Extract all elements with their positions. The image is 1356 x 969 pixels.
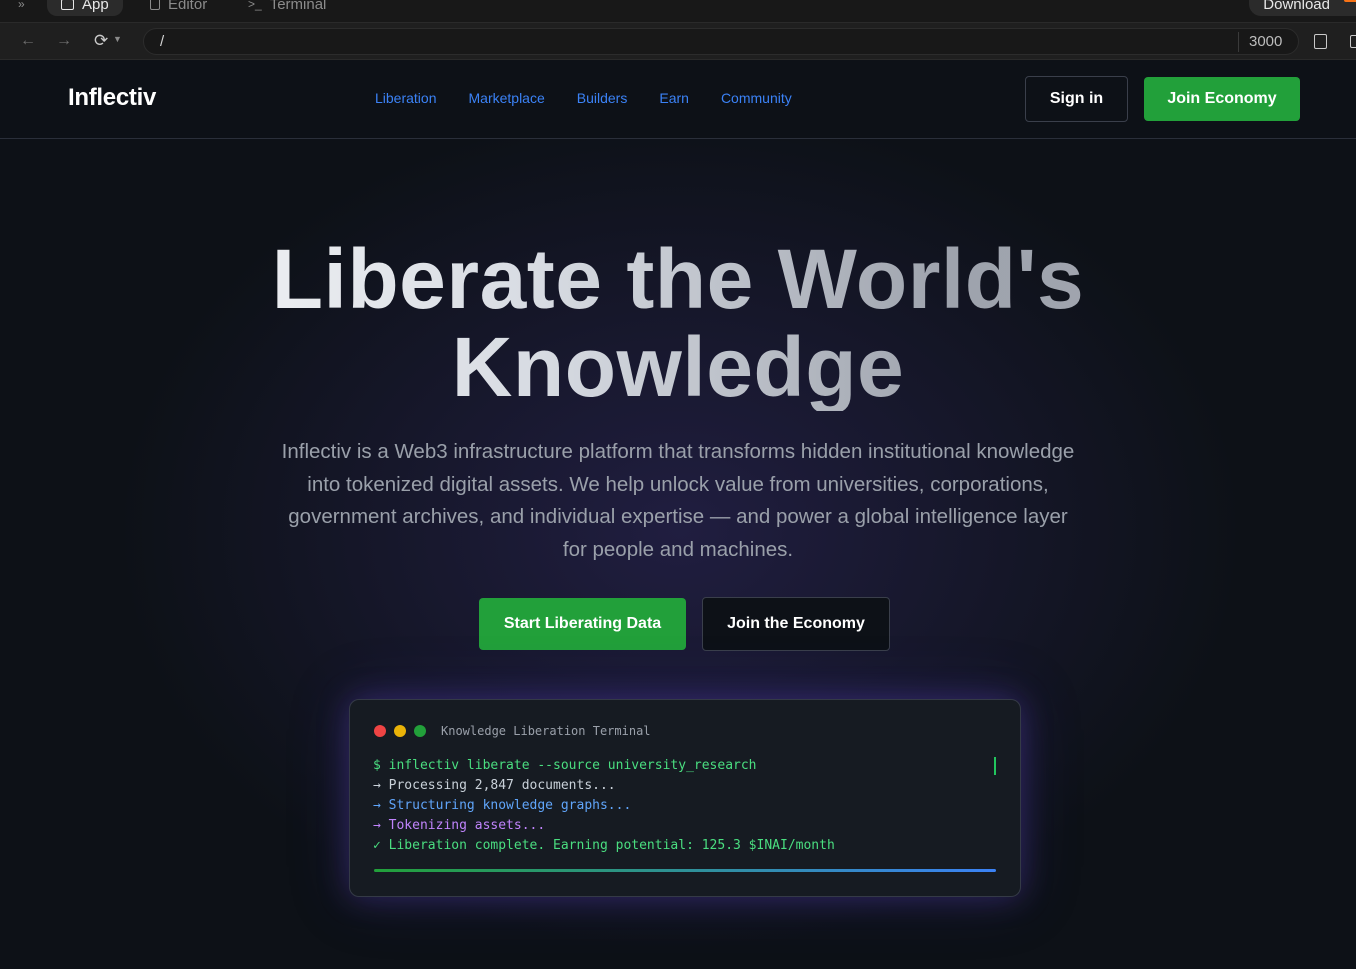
site-header: Inflectiv Liberation Marketplace Builder… [0, 60, 1356, 139]
terminal-line: → Structuring knowledge graphs... [373, 798, 632, 813]
pro-badge [1344, 0, 1356, 2]
port-number[interactable]: 3000 [1249, 33, 1282, 50]
main-nav: Liberation Marketplace Builders Earn Com… [375, 90, 792, 106]
minimize-dot-icon [394, 725, 406, 737]
rotate-device-icon[interactable] [1314, 34, 1327, 49]
terminal-line: $ inflectiv liberate --source university… [373, 758, 757, 773]
tab-editor[interactable]: Editor [150, 0, 207, 16]
tab-editor-label: Editor [168, 0, 208, 13]
files-icon [150, 0, 160, 10]
chevrons-right-icon[interactable]: » [18, 0, 25, 11]
address-bar: ← → ⟳ ▼ / 3000 [0, 22, 1356, 60]
reload-icon[interactable]: ⟳ [94, 31, 108, 51]
terminal-title: Knowledge Liberation Terminal [441, 724, 651, 738]
terminal-progress-fill [374, 869, 996, 872]
nav-link-community[interactable]: Community [721, 90, 792, 106]
hero-title: Liberate the World's Knowledge [0, 235, 1356, 411]
terminal-prompt-icon: >_ [248, 0, 262, 11]
device-icon[interactable] [1350, 35, 1356, 48]
forward-arrow-icon[interactable]: → [56, 32, 72, 50]
join-the-economy-button[interactable]: Join the Economy [702, 597, 890, 651]
tab-app-label: App [82, 0, 109, 13]
nav-link-earn[interactable]: Earn [659, 90, 689, 106]
url-field[interactable]: / 3000 [143, 28, 1299, 55]
tab-terminal-label: Terminal [269, 0, 327, 13]
terminal-output: $ inflectiv liberate --source university… [373, 756, 835, 856]
url-text[interactable]: / [160, 33, 164, 50]
nav-link-builders[interactable]: Builders [577, 90, 628, 106]
hero-title-line2: Knowledge [451, 320, 905, 414]
start-liberating-button[interactable]: Start Liberating Data [479, 598, 686, 650]
terminal-progress-bar [374, 869, 996, 872]
ide-tab-bar: » App Editor >_ Terminal Download [0, 0, 1356, 22]
nav-link-liberation[interactable]: Liberation [375, 90, 437, 106]
terminal-cursor [994, 757, 996, 775]
back-arrow-icon[interactable]: ← [20, 32, 36, 50]
port-divider [1238, 32, 1239, 52]
terminal-window: Knowledge Liberation Terminal $ inflecti… [349, 699, 1021, 897]
chevron-down-icon[interactable]: ▼ [113, 34, 122, 44]
close-dot-icon [374, 725, 386, 737]
terminal-line: → Tokenizing assets... [373, 818, 546, 833]
tab-terminal[interactable]: >_ Terminal [248, 0, 326, 16]
tab-app[interactable]: App [47, 0, 123, 16]
hero-title-line1: Liberate the World's [271, 232, 1085, 326]
website-viewport: Inflectiv Liberation Marketplace Builder… [0, 60, 1356, 969]
nav-link-marketplace[interactable]: Marketplace [469, 90, 545, 106]
sign-in-button[interactable]: Sign in [1025, 76, 1128, 122]
hero-subtitle: Inflectiv is a Web3 infrastructure platf… [281, 440, 1075, 562]
download-label: Download [1263, 0, 1330, 13]
terminal-line: → Processing 2,847 documents... [373, 778, 616, 793]
window-icon [61, 0, 74, 10]
join-economy-button[interactable]: Join Economy [1144, 77, 1300, 121]
download-button[interactable]: Download [1249, 0, 1356, 16]
logo[interactable]: Inflectiv [68, 84, 156, 112]
terminal-line: ✓ Liberation complete. Earning potential… [373, 838, 835, 853]
maximize-dot-icon [414, 725, 426, 737]
